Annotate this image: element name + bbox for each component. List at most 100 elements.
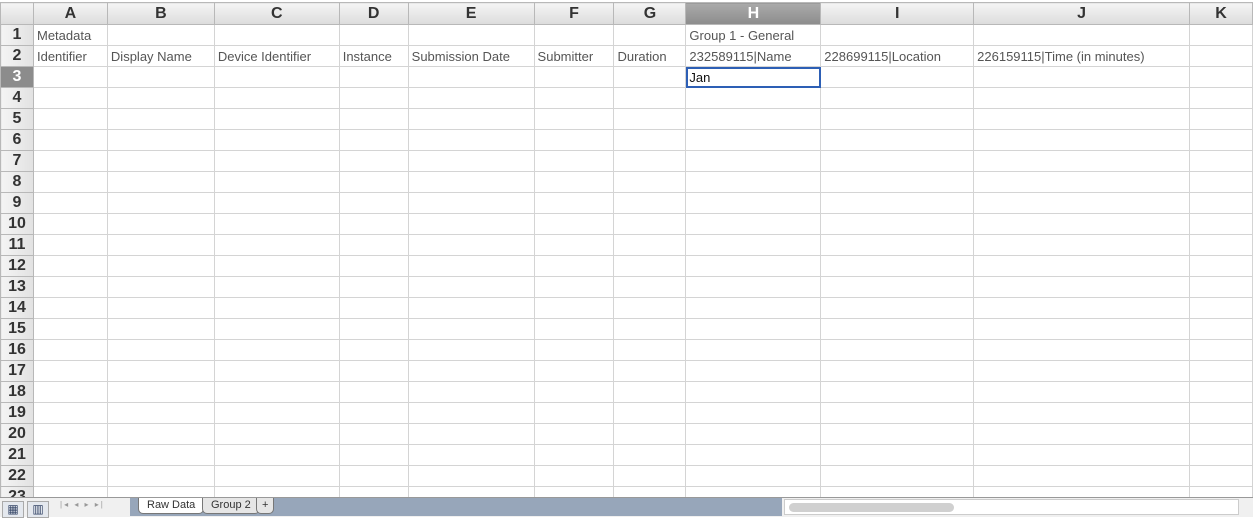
- cell-H1[interactable]: Group 1 - General: [685, 24, 822, 46]
- cell-D21[interactable]: [338, 444, 409, 466]
- cell-I19[interactable]: [820, 402, 975, 424]
- cell-K13[interactable]: [1188, 276, 1253, 298]
- row-header-2[interactable]: 2: [0, 45, 34, 67]
- cell-G17[interactable]: [613, 360, 687, 382]
- cell-D16[interactable]: [338, 339, 409, 361]
- cell-I20[interactable]: [820, 423, 975, 445]
- add-sheet-button[interactable]: +: [256, 498, 275, 514]
- cell-B19[interactable]: [106, 402, 215, 424]
- cell-K18[interactable]: [1188, 381, 1253, 403]
- cell-J18[interactable]: [973, 381, 1190, 403]
- cell-B12[interactable]: [106, 255, 215, 277]
- cell-E2[interactable]: Submission Date: [407, 45, 535, 67]
- cell-E16[interactable]: [407, 339, 535, 361]
- cell-A16[interactable]: [32, 339, 108, 361]
- cell-A14[interactable]: [32, 297, 108, 319]
- cell-G12[interactable]: [613, 255, 687, 277]
- cell-E1[interactable]: [407, 24, 535, 46]
- cell-J8[interactable]: [973, 171, 1190, 193]
- cell-C15[interactable]: [213, 318, 340, 340]
- cell-A12[interactable]: [32, 255, 108, 277]
- cell-I6[interactable]: [820, 129, 975, 151]
- cell-A15[interactable]: [32, 318, 108, 340]
- cell-A5[interactable]: [32, 108, 108, 130]
- cell-C18[interactable]: [213, 381, 340, 403]
- cell-J10[interactable]: [973, 213, 1190, 235]
- cell-H5[interactable]: [685, 108, 822, 130]
- cell-B20[interactable]: [106, 423, 215, 445]
- cell-I16[interactable]: [820, 339, 975, 361]
- column-header-f[interactable]: F: [533, 2, 615, 25]
- cell-F21[interactable]: [533, 444, 615, 466]
- horizontal-scrollbar[interactable]: [784, 499, 1239, 515]
- cell-G2[interactable]: Duration: [613, 45, 687, 67]
- cell-I4[interactable]: [820, 87, 975, 109]
- cell-E14[interactable]: [407, 297, 535, 319]
- cell-C19[interactable]: [213, 402, 340, 424]
- cell-I12[interactable]: [820, 255, 975, 277]
- cell-K2[interactable]: [1188, 45, 1253, 67]
- cell-E10[interactable]: [407, 213, 535, 235]
- scrollbar-thumb[interactable]: [789, 503, 954, 512]
- cell-K4[interactable]: [1188, 87, 1253, 109]
- cell-J21[interactable]: [973, 444, 1190, 466]
- cell-I17[interactable]: [820, 360, 975, 382]
- cell-C10[interactable]: [213, 213, 340, 235]
- cell-D22[interactable]: [338, 465, 409, 487]
- cell-J7[interactable]: [973, 150, 1190, 172]
- cell-K3[interactable]: [1188, 66, 1253, 88]
- cell-J13[interactable]: [973, 276, 1190, 298]
- cell-K20[interactable]: [1188, 423, 1253, 445]
- cell-G19[interactable]: [613, 402, 687, 424]
- row-header-17[interactable]: 17: [0, 360, 34, 382]
- cell-G18[interactable]: [613, 381, 687, 403]
- cell-C11[interactable]: [213, 234, 340, 256]
- cell-D19[interactable]: [338, 402, 409, 424]
- cell-E9[interactable]: [407, 192, 535, 214]
- cell-C2[interactable]: Device Identifier: [213, 45, 340, 67]
- cell-J17[interactable]: [973, 360, 1190, 382]
- cell-D1[interactable]: [338, 24, 409, 46]
- row-header-4[interactable]: 4: [0, 87, 34, 109]
- cell-A22[interactable]: [32, 465, 108, 487]
- cell-J4[interactable]: [973, 87, 1190, 109]
- cell-I7[interactable]: [820, 150, 975, 172]
- cell-J15[interactable]: [973, 318, 1190, 340]
- cell-G8[interactable]: [613, 171, 687, 193]
- cell-B16[interactable]: [106, 339, 215, 361]
- cell-E8[interactable]: [407, 171, 535, 193]
- cell-G14[interactable]: [613, 297, 687, 319]
- cell-H18[interactable]: [685, 381, 822, 403]
- cell-B15[interactable]: [106, 318, 215, 340]
- cell-I5[interactable]: [820, 108, 975, 130]
- cell-I13[interactable]: [820, 276, 975, 298]
- cell-C7[interactable]: [213, 150, 340, 172]
- column-header-b[interactable]: B: [106, 2, 215, 25]
- cell-D4[interactable]: [338, 87, 409, 109]
- cell-H2[interactable]: 232589115|Name: [685, 45, 822, 67]
- cell-C20[interactable]: [213, 423, 340, 445]
- cell-J22[interactable]: [973, 465, 1190, 487]
- cell-E5[interactable]: [407, 108, 535, 130]
- cell-J14[interactable]: [973, 297, 1190, 319]
- cell-B1[interactable]: [106, 24, 215, 46]
- cell-I2[interactable]: 228699115|Location: [820, 45, 975, 67]
- cell-D17[interactable]: [338, 360, 409, 382]
- cell-J19[interactable]: [973, 402, 1190, 424]
- column-header-i[interactable]: I: [820, 2, 975, 25]
- cell-B10[interactable]: [106, 213, 215, 235]
- spreadsheet-grid[interactable]: ABCDEFGHIJK 1 Metadata Group 1 - General 2 I…: [0, 2, 1253, 508]
- cell-F16[interactable]: [533, 339, 615, 361]
- cell-B14[interactable]: [106, 297, 215, 319]
- cell-A10[interactable]: [32, 213, 108, 235]
- cell-A7[interactable]: [32, 150, 108, 172]
- cell-E11[interactable]: [407, 234, 535, 256]
- cell-F15[interactable]: [533, 318, 615, 340]
- cell-K5[interactable]: [1188, 108, 1253, 130]
- cell-D2[interactable]: Instance: [338, 45, 409, 67]
- cell-K21[interactable]: [1188, 444, 1253, 466]
- row-header-1[interactable]: 1: [0, 24, 34, 46]
- cell-B6[interactable]: [106, 129, 215, 151]
- cell-F2[interactable]: Submitter: [533, 45, 615, 67]
- cell-E19[interactable]: [407, 402, 535, 424]
